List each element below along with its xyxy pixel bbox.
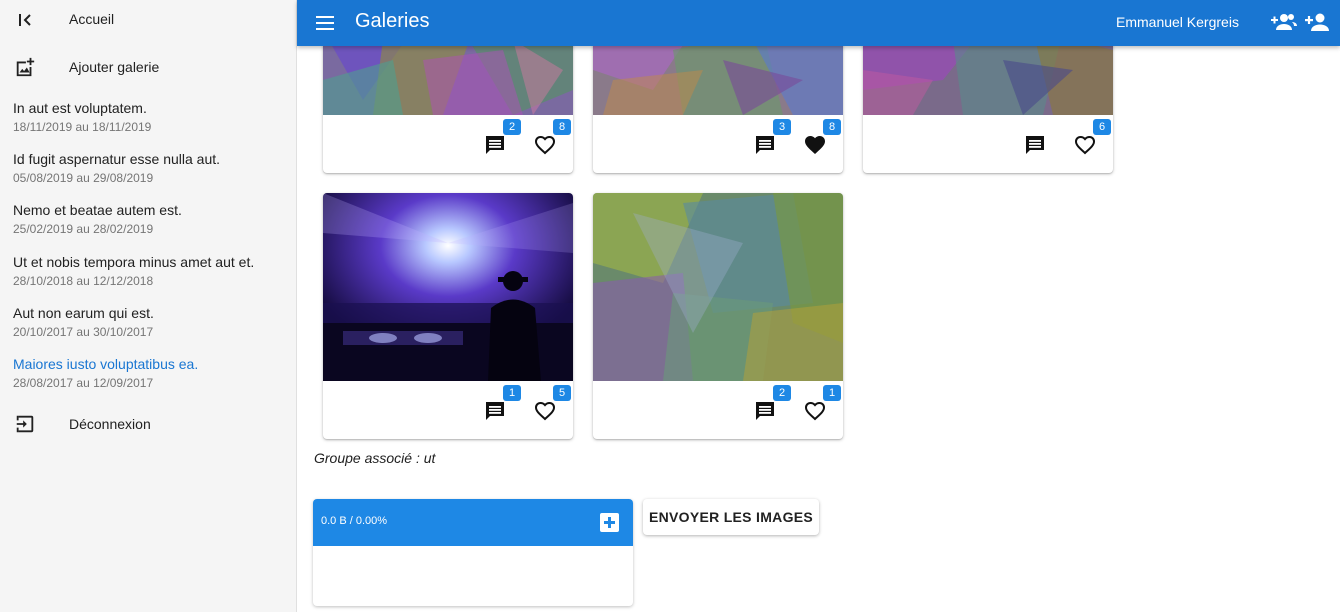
gallery-title: Aut non earum qui est. xyxy=(13,305,154,321)
image-uploader[interactable]: 0.0 B / 0.00% xyxy=(313,499,633,606)
comment-icon[interactable]: 2 xyxy=(483,119,521,157)
nav-logout[interactable]: Déconnexion xyxy=(0,403,296,443)
gallery-title: Maiores iusto voluptatibus ea. xyxy=(13,356,199,372)
gallery-item[interactable]: Id fugit aspernatur esse nulla aut. 05/0… xyxy=(13,150,293,186)
associated-group-text: Groupe associé : ut xyxy=(314,450,436,466)
heart-outline-icon[interactable]: 1 xyxy=(803,385,841,423)
photo-thumbnail[interactable] xyxy=(593,193,843,381)
upload-progress-text: 0.0 B / 0.00% xyxy=(321,515,388,527)
add-group-icon[interactable] xyxy=(1271,10,1297,34)
gallery-item[interactable]: Ut et nobis tempora minus amet aut et. 2… xyxy=(13,253,293,289)
uploader-header: 0.0 B / 0.00% xyxy=(313,499,633,546)
gallery-dates: 18/11/2019 au 18/11/2019 xyxy=(13,120,152,134)
nav-logout-label: Déconnexion xyxy=(69,416,151,432)
comment-count-badge: 3 xyxy=(773,119,791,135)
gallery-title: Ut et nobis tempora minus amet aut et. xyxy=(13,254,255,270)
card-actions: 2 1 xyxy=(593,381,843,439)
comment-icon[interactable]: 3 xyxy=(753,119,791,157)
gallery-item[interactable]: Aut non earum qui est. 20/10/2017 au 30/… xyxy=(13,304,293,340)
gallery-item[interactable]: Nemo et beatae autem est. 25/02/2019 au … xyxy=(13,201,293,237)
sidebar: Accueil Ajouter galerie In aut est volup… xyxy=(0,0,297,612)
photo-card[interactable]: 3 8 xyxy=(593,30,843,173)
user-name[interactable]: Emmanuel Kergreis xyxy=(1116,14,1239,30)
heart-outline-icon[interactable]: 8 xyxy=(533,119,571,157)
comment-count-badge: 2 xyxy=(773,385,791,401)
app: Accueil Ajouter galerie In aut est volup… xyxy=(0,0,1340,612)
photo-card[interactable]: 2 1 xyxy=(593,193,843,439)
nav-add-gallery-label: Ajouter galerie xyxy=(69,59,160,75)
send-images-button[interactable]: ENVOYER LES IMAGES xyxy=(643,499,819,535)
gallery-item[interactable]: In aut est voluptatem. 18/11/2019 au 18/… xyxy=(13,99,293,135)
like-count-badge: 8 xyxy=(823,119,841,135)
photo-card[interactable]: 6 xyxy=(863,30,1113,173)
card-actions: 2 8 xyxy=(323,115,573,173)
photo-thumbnail[interactable] xyxy=(323,193,573,381)
heart-outline-icon[interactable]: 5 xyxy=(533,385,571,423)
card-actions: 6 xyxy=(863,115,1113,173)
comment-icon[interactable]: 2 xyxy=(753,385,791,423)
gallery-dates: 25/02/2019 au 28/02/2019 xyxy=(13,222,154,236)
gallery-dates: 28/10/2018 au 12/12/2018 xyxy=(13,274,154,288)
gallery-item-active[interactable]: Maiores iusto voluptatibus ea. 28/08/201… xyxy=(13,355,293,391)
like-count-badge: 5 xyxy=(553,385,571,401)
nav-add-gallery[interactable]: Ajouter galerie xyxy=(0,46,296,86)
heart-outline-icon[interactable]: 6 xyxy=(1073,119,1111,157)
photo-card[interactable]: 2 8 xyxy=(323,30,573,173)
add-user-icon[interactable] xyxy=(1305,10,1331,34)
app-bar: Galeries Emmanuel Kergreis xyxy=(297,0,1340,46)
like-count-badge: 6 xyxy=(1093,119,1111,135)
photo-card[interactable]: 1 5 xyxy=(323,193,573,439)
like-count-badge: 8 xyxy=(553,119,571,135)
heart-filled-icon[interactable]: 8 xyxy=(803,119,841,157)
comment-count-badge: 1 xyxy=(503,385,521,401)
gallery-title: Nemo et beatae autem est. xyxy=(13,202,182,218)
page-title: Galeries xyxy=(355,10,430,32)
comment-count-badge: 2 xyxy=(503,119,521,135)
gallery-title: Id fugit aspernatur esse nulla aut. xyxy=(13,151,221,167)
nav-home-label: Accueil xyxy=(69,11,115,27)
like-count-badge: 1 xyxy=(823,385,841,401)
collapse-left-icon xyxy=(14,9,36,31)
comment-icon[interactable] xyxy=(1023,133,1047,157)
gallery-title: In aut est voluptatem. xyxy=(13,100,147,116)
gallery-dates: 05/08/2019 au 29/08/2019 xyxy=(13,171,154,185)
gallery-dates: 20/10/2017 au 30/10/2017 xyxy=(13,325,154,339)
menu-icon[interactable] xyxy=(313,11,337,35)
nav-home[interactable]: Accueil xyxy=(0,0,296,40)
card-actions: 3 8 xyxy=(593,115,843,173)
logout-icon xyxy=(14,413,36,435)
add-photo-icon xyxy=(14,56,36,78)
card-actions: 1 5 xyxy=(323,381,573,439)
gallery-dates: 28/08/2017 au 12/09/2017 xyxy=(13,376,154,390)
add-file-icon[interactable] xyxy=(600,513,619,532)
comment-icon[interactable]: 1 xyxy=(483,385,521,423)
